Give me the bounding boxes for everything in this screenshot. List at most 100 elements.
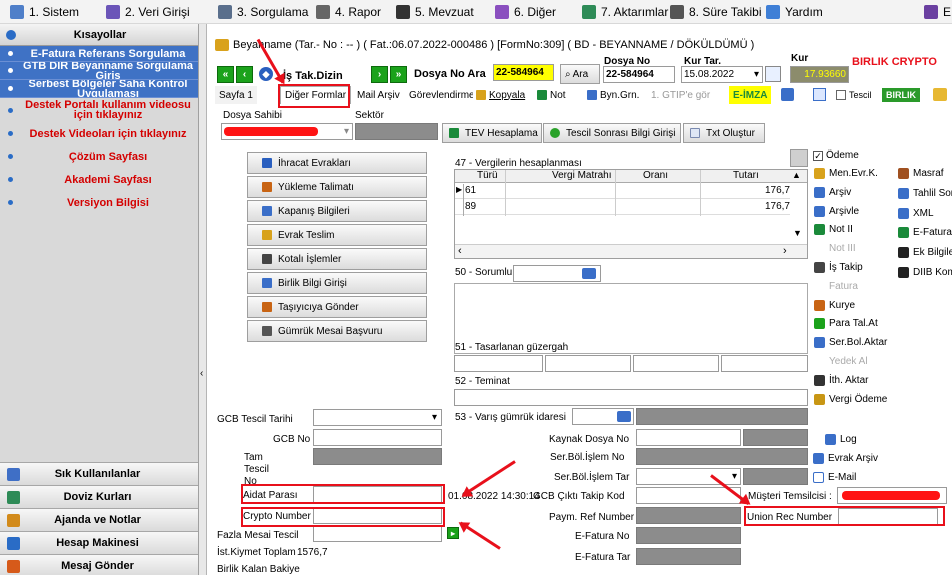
picker-icon[interactable] bbox=[617, 411, 631, 422]
txt-olustur-button[interactable]: Txt Oluştur bbox=[683, 123, 765, 143]
sidebar-panel-calculator[interactable]: Hesap Makinesi bbox=[0, 531, 198, 554]
sidebar-link-destek-video[interactable]: Destek Videoları için tıklayınız bbox=[0, 122, 198, 145]
sidebar-link-serbest[interactable]: Serbest Bölgeler Saha Kontrol Uygulaması bbox=[0, 80, 198, 98]
scroll-down-icon[interactable]: ▼ bbox=[793, 228, 802, 238]
right-link2-3[interactable]: E-Fatura bbox=[898, 227, 952, 239]
ser-bol-islem-tar-select[interactable]: ▾ bbox=[636, 468, 741, 485]
sidebar-splitter[interactable]: ‹ bbox=[199, 24, 207, 575]
tab-not[interactable]: Not bbox=[533, 86, 570, 104]
right-link-11[interactable]: İth. Aktar bbox=[814, 374, 868, 386]
left-button-4[interactable]: Kotalı İşlemler bbox=[247, 248, 427, 270]
shield-icon[interactable] bbox=[781, 88, 794, 101]
menu-other[interactable]: 6. Diğer bbox=[491, 1, 560, 23]
menu-system[interactable]: 1. Sistem bbox=[6, 1, 83, 23]
menu-help[interactable]: Yardım bbox=[762, 1, 827, 23]
calendar-button[interactable] bbox=[765, 66, 781, 82]
grid-menu-icon[interactable] bbox=[790, 149, 808, 167]
tab-byn-grn[interactable]: Byn.Grn. bbox=[583, 86, 643, 104]
guzergah-field-1[interactable] bbox=[454, 355, 543, 372]
right-link-7[interactable]: Kurye bbox=[814, 299, 855, 311]
collapse-arrow-icon[interactable]: ‹ bbox=[200, 368, 203, 379]
horizontal-scrollbar[interactable]: ‹ › bbox=[455, 244, 807, 258]
dropdown-arrow-icon[interactable]: ▾ bbox=[432, 410, 437, 425]
dosya-sahibi-select[interactable]: ▾ bbox=[221, 123, 353, 140]
tab-gorevlendirme[interactable]: Görevlendirme bbox=[405, 86, 473, 104]
sidebar-link-cozum[interactable]: Çözüm Sayfası bbox=[0, 145, 198, 168]
tab-mail-arsiv[interactable]: Mail Arşiv bbox=[353, 86, 404, 104]
sidebar-link-akademi[interactable]: Akademi Sayfası bbox=[0, 168, 198, 191]
right-link-12[interactable]: Vergi Ödeme bbox=[814, 393, 887, 405]
sidebar-link-versiyon[interactable]: Versiyon Bilgisi bbox=[0, 191, 198, 214]
sidebar-panel-favorites[interactable]: Sık Kullanılanlar bbox=[0, 462, 198, 485]
scroll-left-icon[interactable]: ‹ bbox=[458, 245, 462, 257]
dropdown-arrow-icon[interactable]: ▾ bbox=[344, 124, 349, 139]
guzergah-field-3[interactable] bbox=[633, 355, 719, 372]
prev-record-button[interactable]: ‹ bbox=[236, 66, 253, 83]
left-button-1[interactable]: Yükleme Talimatı bbox=[247, 176, 427, 198]
info-icon[interactable]: ◆ bbox=[259, 67, 273, 81]
right-link-8[interactable]: Para Tal.At bbox=[814, 318, 878, 330]
dosya-no-field[interactable]: 22-584964 bbox=[603, 66, 675, 83]
last-record-button[interactable]: » bbox=[390, 66, 407, 83]
sidebar-link-destek-portal[interactable]: Destek Portalı kullanım videosu için tık… bbox=[0, 98, 198, 122]
ara-button[interactable]: ⌕ Ara bbox=[560, 64, 600, 84]
teminat-field[interactable] bbox=[454, 389, 808, 406]
guzergah-field-4[interactable] bbox=[721, 355, 808, 372]
musteri-temsilcisi-field[interactable] bbox=[837, 487, 947, 504]
vergi-grid[interactable]: Türü Vergi Matrahı Oranı Tutarı ▲ ▶ 61 1… bbox=[454, 169, 808, 259]
right-link2-1[interactable]: Tahlil Sonuç bbox=[898, 187, 952, 199]
right-link-4[interactable]: Not III bbox=[814, 243, 856, 254]
right-link-5[interactable]: İş Takip bbox=[814, 262, 863, 273]
is-tak-dizin-link[interactable]: İş Tak.Dizin bbox=[283, 70, 343, 82]
right-link-1[interactable]: Arşiv bbox=[814, 186, 851, 198]
menu-calendar[interactable]: 8. Süre Takibi bbox=[666, 1, 766, 23]
tescil-checkbox[interactable]: Tescil bbox=[832, 86, 876, 104]
dropdown-arrow-icon[interactable]: ▾ bbox=[754, 67, 759, 82]
sidebar-link-gtb[interactable]: GTB DIR Beyanname Sorgulama Giriş bbox=[0, 62, 198, 80]
sidebar-panel-message[interactable]: Mesaj Gönder bbox=[0, 554, 198, 575]
menu-query[interactable]: 3. Sorgulama bbox=[214, 1, 312, 23]
dosya-no-search-input[interactable]: 22-584964 bbox=[493, 64, 554, 81]
right-link2-5[interactable]: DIIB Komp. bbox=[898, 267, 952, 278]
left-button-7[interactable]: Gümrük Mesai Başvuru bbox=[247, 320, 427, 342]
folder-icon[interactable] bbox=[933, 88, 947, 101]
left-button-3[interactable]: Evrak Teslim bbox=[247, 224, 427, 246]
menu-exit[interactable]: E bbox=[920, 1, 952, 23]
right-link-10[interactable]: Yedek Al bbox=[814, 356, 868, 367]
tab-kopyala[interactable]: Kopyala bbox=[472, 86, 529, 104]
picker-icon[interactable] bbox=[582, 268, 596, 279]
checkbox-icon[interactable] bbox=[836, 90, 846, 100]
sidebar-panel-currency[interactable]: Doviz Kurları bbox=[0, 485, 198, 508]
tev-hesaplama-button[interactable]: TEV Hesaplama bbox=[442, 123, 542, 143]
log-link[interactable]: Log bbox=[825, 434, 857, 445]
right-link-9[interactable]: Ser.Bol.Aktar bbox=[814, 337, 887, 349]
first-record-button[interactable]: « bbox=[217, 66, 234, 83]
right-link-6[interactable]: Fatura bbox=[814, 281, 858, 292]
page-icon[interactable] bbox=[813, 88, 826, 101]
tab-gtip[interactable]: 1. GTIP'e gör bbox=[647, 86, 727, 104]
menu-data-entry[interactable]: 2. Veri Girişi bbox=[102, 1, 194, 23]
left-button-2[interactable]: Kapanış Bilgileri bbox=[247, 200, 427, 222]
left-button-6[interactable]: Taşıyıcıya Gönder bbox=[247, 296, 427, 318]
left-button-0[interactable]: İhracat Evrakları bbox=[247, 152, 427, 174]
right-link-2[interactable]: Arşivle bbox=[814, 205, 859, 217]
gcb-tescil-tarihi-select[interactable]: ▾ bbox=[313, 409, 442, 426]
varis-select[interactable] bbox=[572, 408, 634, 425]
e-imza-button[interactable]: E-İMZA bbox=[729, 86, 772, 104]
sidebar-panel-agenda[interactable]: Ajanda ve Notlar bbox=[0, 508, 198, 531]
scroll-right-icon[interactable]: › bbox=[783, 245, 787, 257]
guzergah-field-2[interactable] bbox=[545, 355, 631, 372]
tescil-sonrasi-button[interactable]: Tescil Sonrası Bilgi Girişi bbox=[543, 123, 681, 143]
email-link[interactable]: E-Mail bbox=[813, 472, 856, 483]
kur-tar-date-picker[interactable]: 15.08.2022 ▾ bbox=[681, 66, 763, 83]
scroll-up-icon[interactable]: ▲ bbox=[792, 170, 801, 180]
next-record-button[interactable]: › bbox=[371, 66, 388, 83]
sidebar-link-efatura[interactable]: E-Fatura Referans Sorgulama bbox=[0, 46, 198, 62]
right-link2-2[interactable]: XML bbox=[898, 207, 952, 219]
evrak-arsiv-link[interactable]: Evrak Arşiv bbox=[813, 453, 878, 464]
menu-transfers[interactable]: 7. Aktarımlar bbox=[578, 1, 672, 23]
odeme-checkbox[interactable]: ✓ Ödeme bbox=[813, 150, 859, 161]
shortcuts-header[interactable]: Kısayollar bbox=[0, 24, 198, 46]
gcb-cikti-field[interactable] bbox=[636, 487, 741, 504]
right-link2-0[interactable]: Masraf bbox=[898, 168, 952, 179]
